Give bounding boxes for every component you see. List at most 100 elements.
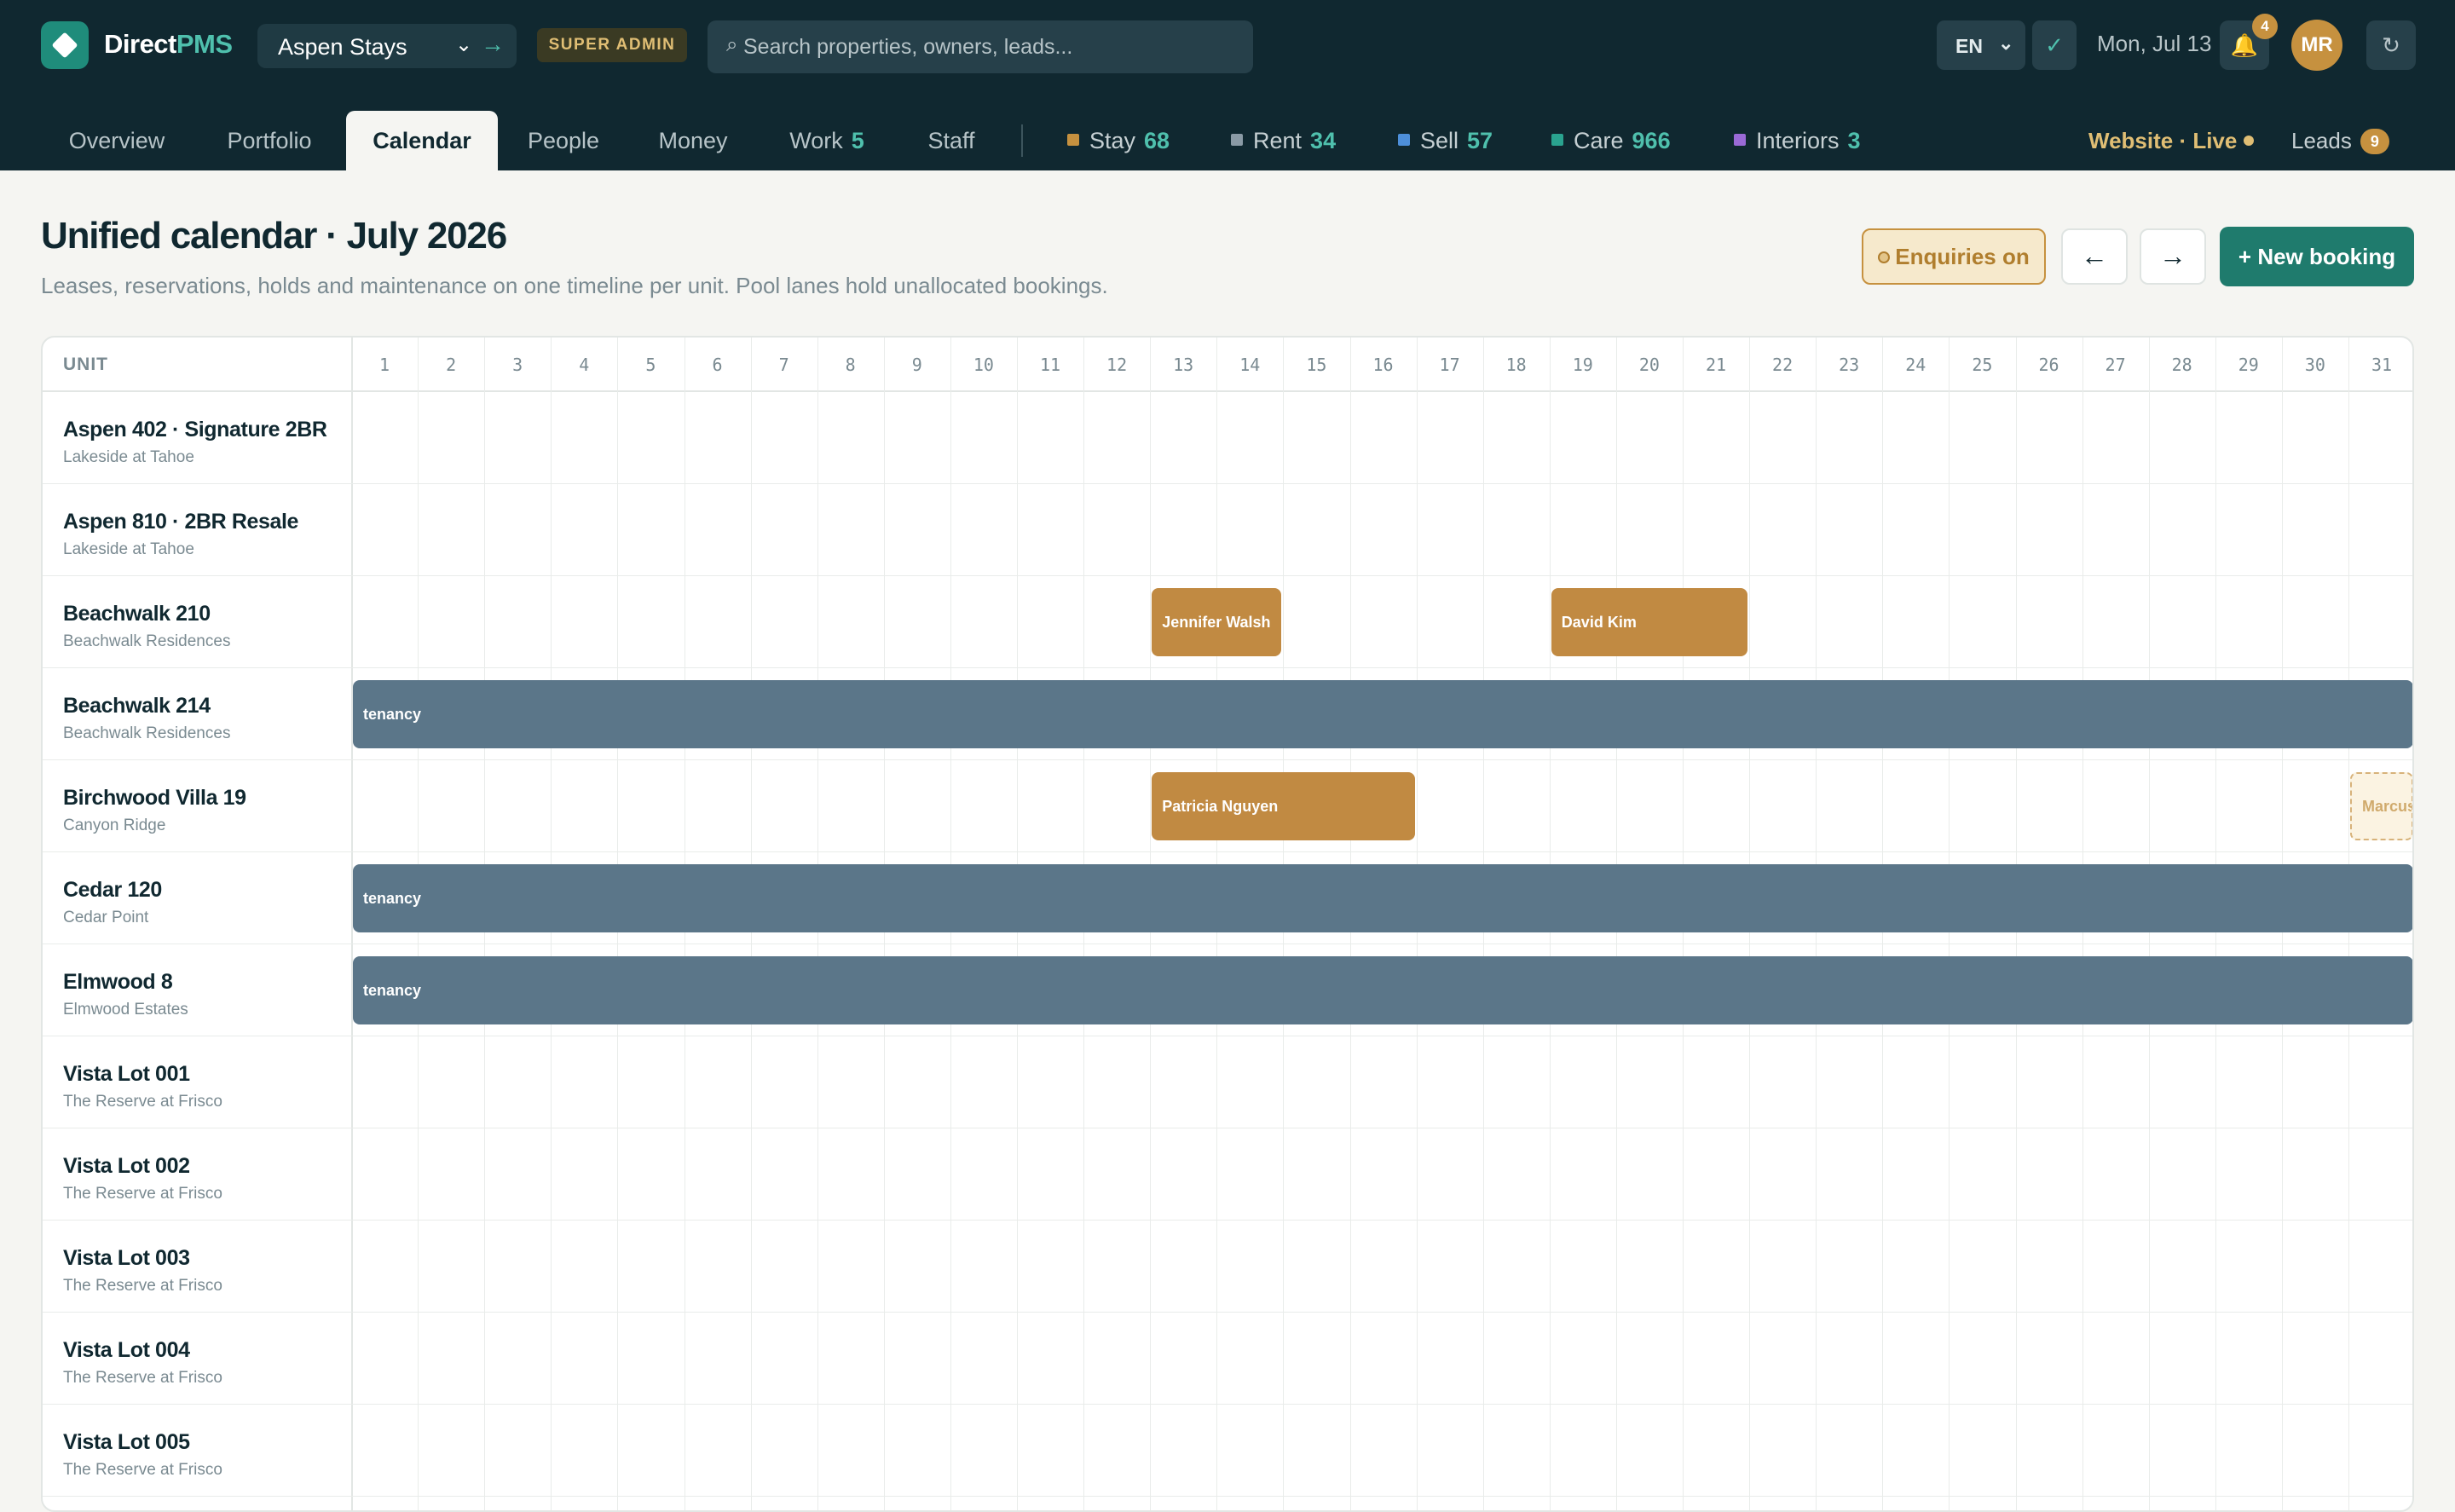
day-header: 14 <box>1239 355 1261 375</box>
leads-count-badge: 9 <box>2360 129 2389 154</box>
unit-location: The Reserve at Frisco <box>63 1185 222 1203</box>
unit-name[interactable]: Vista Lot 004 <box>63 1338 190 1363</box>
notification-count-badge: 4 <box>2252 14 2278 39</box>
unit-name[interactable]: Aspen 810 · 2BR Resale <box>63 510 298 534</box>
tab-people[interactable]: People <box>511 111 615 170</box>
unit-name[interactable]: Aspen 402 · Signature 2BR <box>63 418 327 442</box>
arrow-right-icon[interactable]: → <box>481 31 505 58</box>
next-month-button[interactable]: → <box>2140 228 2206 285</box>
hold-bar[interactable]: Marcus <box>2350 772 2412 840</box>
day-header: 5 <box>645 355 656 375</box>
tenancy-bar[interactable]: tenancy <box>353 864 2412 932</box>
enquiries-toggle-button[interactable]: Enquiries on <box>1862 228 2046 285</box>
language-select[interactable]: EN ⌄ <box>1937 20 2025 70</box>
tab-calendar[interactable]: Calendar <box>346 111 498 170</box>
search-input[interactable] <box>743 20 1238 73</box>
page-subtitle: Leases, reservations, holds and maintena… <box>41 273 1108 298</box>
unit-location: Elmwood Estates <box>63 1001 188 1019</box>
day-header: 27 <box>2105 355 2126 375</box>
day-header: 19 <box>1572 355 1593 375</box>
unit-row[interactable]: Vista Lot 001 The Reserve at Frisco <box>43 1036 2412 1128</box>
day-header: 22 <box>1772 355 1794 375</box>
day-header: 25 <box>1972 355 1993 375</box>
tab-portfolio[interactable]: Portfolio <box>205 111 334 170</box>
unit-name[interactable]: Beachwalk 210 <box>63 602 211 626</box>
new-booking-button[interactable]: + New booking <box>2220 227 2414 286</box>
bell-icon: 🔔 <box>2230 32 2259 58</box>
property-selector[interactable]: Aspen Stays ⌄ → <box>257 24 517 68</box>
unit-name[interactable]: Vista Lot 002 <box>63 1154 190 1179</box>
tab-work[interactable]: Work 5 <box>776 111 878 170</box>
day-header: 26 <box>2038 355 2059 375</box>
avatar[interactable]: MR <box>2291 20 2342 71</box>
unit-location: The Reserve at Frisco <box>63 1093 222 1111</box>
prev-month-button[interactable]: ← <box>2061 228 2128 285</box>
tenancy-bar[interactable]: tenancy <box>353 956 2412 1024</box>
work-count: 5 <box>851 128 864 153</box>
day-header: 30 <box>2304 355 2325 375</box>
notifications-button[interactable]: 🔔 4 <box>2220 14 2278 70</box>
property-selector-value: Aspen Stays <box>278 34 407 60</box>
unit-location: Lakeside at Tahoe <box>63 540 194 558</box>
unit-name[interactable]: Birchwood Villa 19 <box>63 786 246 811</box>
unit-name[interactable]: Vista Lot 005 <box>63 1430 190 1455</box>
unit-location: The Reserve at Frisco <box>63 1277 222 1295</box>
dept-sell[interactable]: Sell 57 <box>1398 128 1493 154</box>
booking-bar[interactable]: Jennifer Walsh <box>1152 588 1282 656</box>
dept-interiors[interactable]: Interiors 3 <box>1734 128 1861 154</box>
brand-name[interactable]: DirectPMS <box>104 29 233 60</box>
leads-link[interactable]: Leads 9 <box>2291 128 2389 154</box>
unit-location: Beachwalk Residences <box>63 724 231 742</box>
search-bar[interactable]: ⌕ <box>708 20 1253 73</box>
tab-staff[interactable]: Staff <box>910 111 992 170</box>
unit-location: Canyon Ridge <box>63 817 166 834</box>
unit-name[interactable]: Vista Lot 003 <box>63 1246 190 1271</box>
unit-row[interactable]: Vista Lot 003 The Reserve at Frisco <box>43 1221 2412 1313</box>
check-icon[interactable]: ✓ <box>2032 20 2077 70</box>
tab-money[interactable]: Money <box>644 111 742 170</box>
day-header: 8 <box>845 355 856 375</box>
unit-name[interactable]: Vista Lot 001 <box>63 1062 190 1087</box>
chevron-down-icon: ⌄ <box>1998 32 2014 54</box>
booking-bar[interactable]: Patricia Nguyen <box>1152 772 1415 840</box>
day-header: 3 <box>512 355 523 375</box>
day-header: 9 <box>911 355 922 375</box>
day-header: 23 <box>1839 355 1860 375</box>
unit-row[interactable]: Aspen 402 · Signature 2BR Lakeside at Tah… <box>43 392 2412 484</box>
booking-bar[interactable]: David Kim <box>1551 588 1748 656</box>
day-header: 6 <box>712 355 723 375</box>
day-header: 10 <box>973 355 994 375</box>
tenancy-bar[interactable]: tenancy <box>353 680 2412 748</box>
enquiries-status-dot <box>1878 251 1891 263</box>
logo-icon[interactable] <box>41 21 89 69</box>
chevron-down-icon: ⌄ <box>455 33 473 56</box>
dept-care[interactable]: Care 966 <box>1551 128 1671 154</box>
day-header: 18 <box>1505 355 1527 375</box>
refresh-icon[interactable]: ↻ <box>2366 20 2416 70</box>
calendar-header-row: UNIT 1 2 3 4 5 6 7 8 9 10 11 12 13 14 15 16 17 18 19 20 21 22… <box>43 338 2412 392</box>
dept-stay[interactable]: Stay 68 <box>1067 128 1170 154</box>
website-status-link[interactable]: Website · Live <box>2088 128 2255 154</box>
unit-row[interactable]: Vista Lot 005 The Reserve at Frisco <box>43 1405 2412 1497</box>
day-header: 7 <box>778 355 789 375</box>
unit-name[interactable]: Cedar 120 <box>63 878 162 903</box>
unit-name[interactable]: Elmwood 8 <box>63 970 173 995</box>
unit-row[interactable]: Vista Lot 002 The Reserve at Frisco <box>43 1128 2412 1221</box>
unit-location: Lakeside at Tahoe <box>63 448 194 466</box>
unit-location: The Reserve at Frisco <box>63 1461 222 1479</box>
day-header: 29 <box>2238 355 2259 375</box>
unit-column-header: UNIT <box>63 355 108 374</box>
day-header: 17 <box>1439 355 1460 375</box>
search-icon: ⌕ <box>726 33 738 56</box>
tab-overview[interactable]: Overview <box>46 111 188 170</box>
unit-row[interactable]: Vista Lot 004 The Reserve at Frisco <box>43 1313 2412 1405</box>
day-header: 31 <box>2371 355 2393 375</box>
day-header: 24 <box>1905 355 1926 375</box>
unit-name[interactable]: Beachwalk 214 <box>63 694 211 718</box>
dept-rent[interactable]: Rent 34 <box>1231 128 1336 154</box>
day-header: 1 <box>378 355 390 375</box>
live-status-dot <box>2244 136 2255 146</box>
stay-color-square <box>1067 134 1079 146</box>
day-header: 21 <box>1705 355 1727 375</box>
unit-row[interactable]: Aspen 810 · 2BR Resale Lakeside at Tahoe <box>43 484 2412 576</box>
